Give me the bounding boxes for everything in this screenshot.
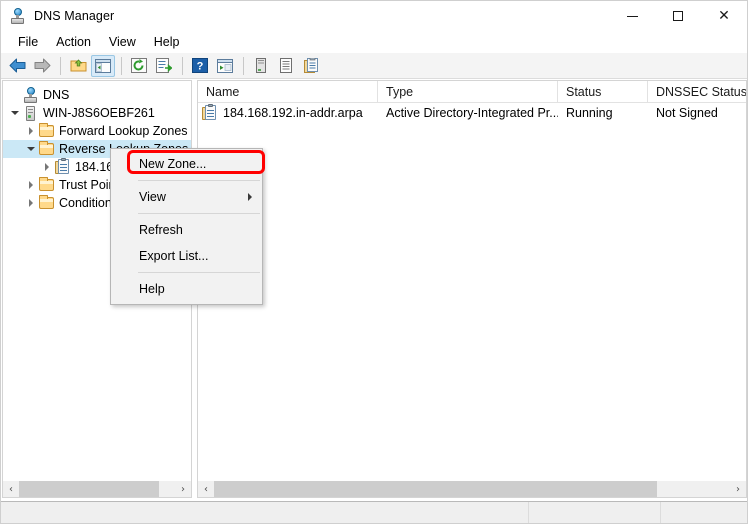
menu-file[interactable]: File — [9, 33, 47, 51]
cell-name: 184.168.192.in-addr.arpa — [198, 103, 378, 123]
context-menu-separator — [138, 272, 260, 273]
folder-icon — [39, 177, 55, 193]
toolbar-separator — [182, 56, 183, 75]
context-menu-item-new-zone[interactable]: New Zone... — [111, 151, 262, 177]
twisty-expanded-icon[interactable] — [23, 140, 39, 158]
context-menu-item-label: View — [139, 190, 166, 204]
dns-manager-window: DNS Manager ✕ File Action View Help ? DN… — [0, 0, 748, 524]
help-icon[interactable]: ? — [188, 55, 212, 77]
scroll-track[interactable] — [214, 481, 730, 497]
folder-icon — [39, 141, 55, 157]
context-menu-item-view[interactable]: View — [111, 184, 262, 210]
scroll-thumb[interactable] — [19, 481, 159, 497]
new-zone-list-icon[interactable] — [274, 55, 298, 77]
tree-node-label: DNS — [43, 88, 70, 102]
tree-node-label: Forward Lookup Zones — [59, 124, 188, 138]
status-cell-main — [1, 502, 529, 523]
column-header-type[interactable]: Type — [378, 81, 558, 103]
column-header-name[interactable]: Name — [198, 81, 378, 103]
folder-icon — [39, 123, 55, 139]
context-menu: New Zone... View Refresh Export List... … — [110, 148, 263, 305]
cell-type: Active Directory-Integrated Pr... — [386, 106, 558, 120]
maximize-button[interactable] — [655, 1, 701, 31]
export-list-icon[interactable] — [152, 55, 176, 77]
tree-horizontal-scrollbar[interactable]: ‹ › — [3, 481, 191, 497]
cell-status: Running — [566, 106, 613, 120]
twisty-collapsed-icon[interactable] — [23, 122, 39, 140]
window-controls: ✕ — [609, 1, 747, 31]
list-horizontal-scrollbar[interactable]: ‹ › — [198, 481, 746, 497]
context-menu-item-help[interactable]: Help — [111, 276, 262, 302]
scroll-right-arrow-icon[interactable]: › — [175, 481, 191, 497]
back-icon[interactable] — [5, 55, 29, 77]
tree-node-dns[interactable]: DNS — [3, 86, 191, 104]
menu-action[interactable]: Action — [47, 33, 100, 51]
tree-node-label: WIN-J8S6OEBF261 — [43, 106, 155, 120]
new-server-icon[interactable] — [249, 55, 273, 77]
toolbar-separator — [60, 56, 61, 75]
show-hide-console-tree-icon[interactable] — [91, 54, 115, 77]
toolbar-separator — [243, 56, 244, 75]
properties-icon[interactable] — [213, 55, 237, 77]
twisty-expanded-icon[interactable] — [7, 104, 23, 122]
cell-dnssec-status: Not Signed — [656, 106, 718, 120]
context-menu-separator — [138, 213, 260, 214]
zone-name-text: 184.168.192.in-addr.arpa — [223, 106, 363, 120]
toolbar: ? — [1, 53, 747, 79]
context-menu-separator — [138, 180, 260, 181]
toolbar-separator — [121, 56, 122, 75]
twisty-collapsed-icon[interactable] — [23, 194, 39, 212]
twisty-collapsed-icon[interactable] — [23, 176, 39, 194]
folder-icon — [39, 195, 55, 211]
table-row[interactable]: 184.168.192.in-addr.arpa Active Director… — [198, 103, 746, 123]
menu-help[interactable]: Help — [145, 33, 189, 51]
status-bar — [1, 501, 747, 523]
scroll-thumb[interactable] — [214, 481, 657, 497]
scroll-left-arrow-icon[interactable]: ‹ — [198, 481, 214, 497]
server-icon — [23, 105, 39, 121]
context-menu-item-refresh[interactable]: Refresh — [111, 217, 262, 243]
status-cell-tertiary — [661, 502, 747, 523]
menu-bar: File Action View Help — [1, 31, 747, 53]
new-record-icon[interactable] — [299, 55, 323, 77]
scroll-track[interactable] — [19, 481, 175, 497]
context-menu-item-export-list[interactable]: Export List... — [111, 243, 262, 269]
scroll-right-arrow-icon[interactable]: › — [730, 481, 746, 497]
scroll-left-arrow-icon[interactable]: ‹ — [3, 481, 19, 497]
tree-node-forward-lookup-zones[interactable]: Forward Lookup Zones — [3, 122, 191, 140]
title-bar: DNS Manager ✕ — [1, 1, 747, 31]
tree-node-server[interactable]: WIN-J8S6OEBF261 — [3, 104, 191, 122]
column-header-dnssec-status[interactable]: DNSSEC Status — [648, 81, 746, 103]
refresh-icon[interactable] — [127, 55, 151, 77]
submenu-chevron-right-icon — [248, 193, 252, 201]
close-button[interactable]: ✕ — [701, 1, 747, 31]
status-cell-secondary — [529, 502, 661, 523]
zone-icon — [55, 158, 71, 175]
window-title: DNS Manager — [34, 9, 115, 23]
up-folder-icon[interactable] — [66, 55, 90, 77]
forward-icon[interactable] — [30, 55, 54, 77]
details-list-panel: Name Type Status DNSSEC Status 184.168.1… — [197, 80, 747, 498]
dns-root-icon — [23, 87, 39, 103]
menu-view[interactable]: View — [100, 33, 145, 51]
list-header: Name Type Status DNSSEC Status — [198, 81, 746, 103]
minimize-button[interactable] — [609, 1, 655, 31]
dns-server-icon — [10, 8, 26, 24]
svg-text:?: ? — [197, 61, 204, 73]
twisty-collapsed-icon[interactable] — [39, 158, 55, 176]
zone-icon — [202, 104, 218, 121]
column-header-status[interactable]: Status — [558, 81, 648, 103]
